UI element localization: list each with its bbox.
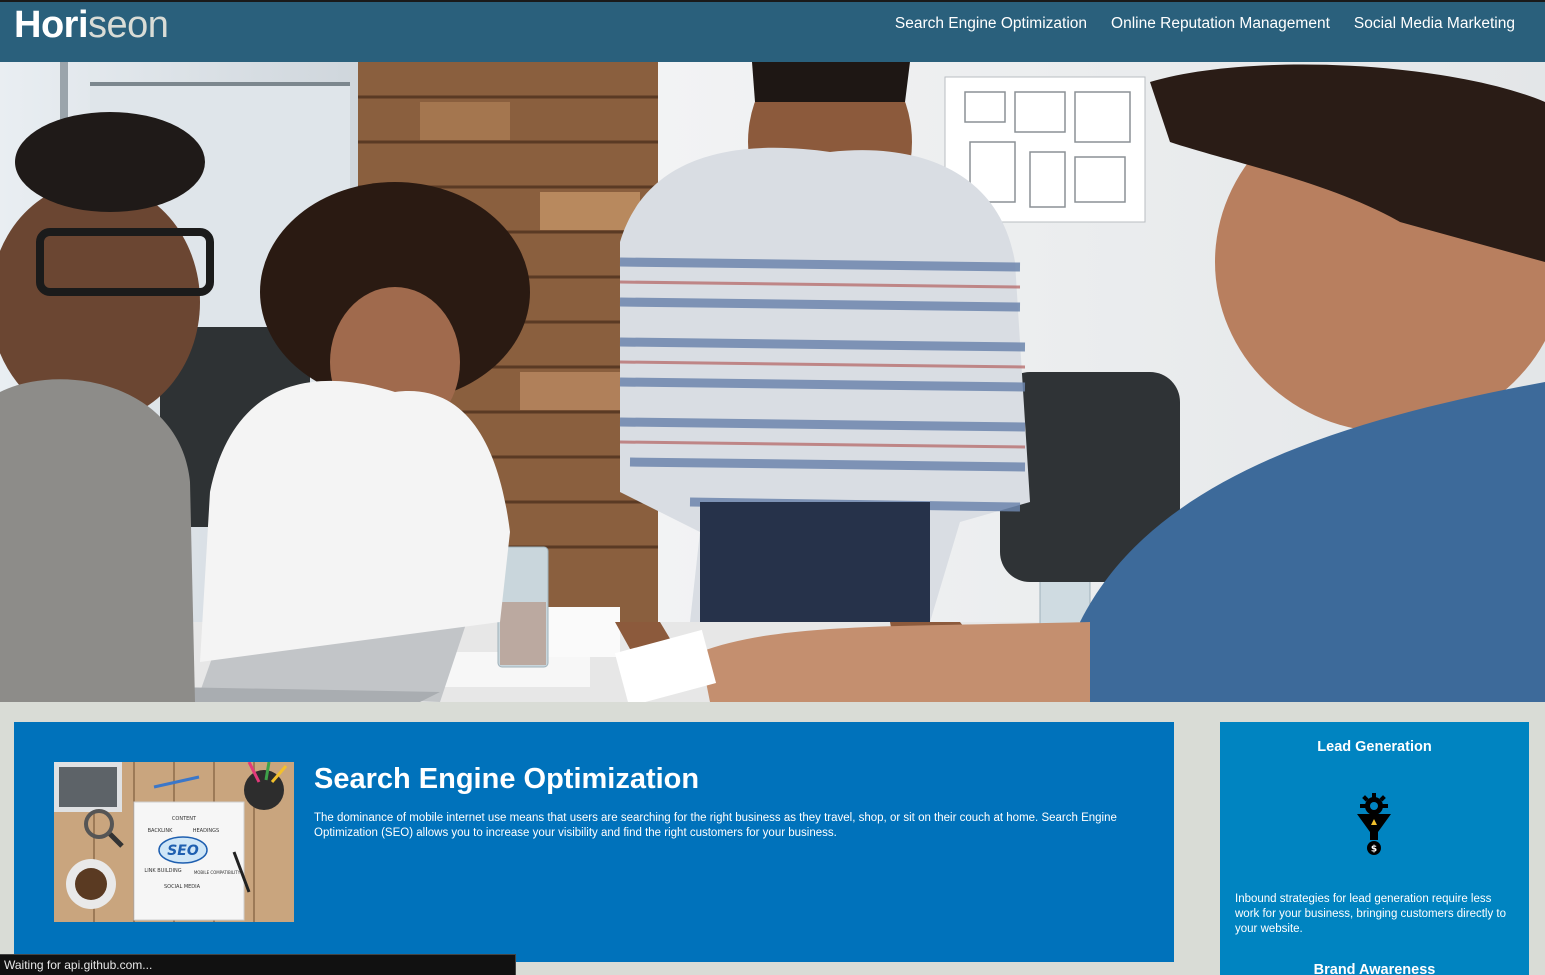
seo-word-content: CONTENT [172,816,197,822]
lead-generation-title: Lead Generation [1317,739,1432,755]
nav-link-reputation[interactable]: Online Reputation Management [1111,15,1330,33]
brand-awareness-title: Brand Awareness [1313,962,1436,975]
seo-word: SEO [167,843,199,859]
svg-text:$: $ [1371,845,1377,855]
lead-generation-body: Inbound strategies for lead generation r… [1235,893,1506,935]
seo-word-backlink: BACKLINK [148,828,174,834]
nav-link-seo[interactable]: Search Engine Optimization [895,15,1087,33]
seo-notebook-illustration: SEO CONTENT BACKLINK HEADINGS LINK BUILD… [54,762,294,922]
seo-word-social: SOCIAL MEDIA [164,884,201,890]
site-header: Horiseon Search Engine Optimization Onli… [0,0,1545,62]
main-nav: Search Engine Optimization Online Reputa… [895,15,1515,33]
seo-word-headings: HEADINGS [193,828,219,834]
seo-image: SEO CONTENT BACKLINK HEADINGS LINK BUILD… [54,762,294,922]
seo-title: Search Engine Optimization [314,763,700,795]
logo-accent-text: seon [88,4,169,46]
hero-photo-illustration [0,62,1545,702]
hero-image [0,62,1545,702]
site-logo[interactable]: Horiseon [14,4,169,46]
browser-status-bar: Waiting for api.github.com... [0,954,516,975]
nav-link-social-media[interactable]: Social Media Marketing [1354,15,1515,33]
seo-word-link-building: LINK BUILDING [144,868,181,874]
benefits-sidebar: Lead Generation $ Inbound strategies for… [1220,722,1529,975]
logo-main-text: Hori [14,4,89,46]
seo-section: SEO CONTENT BACKLINK HEADINGS LINK BUILD… [14,722,1174,962]
lead-funnel-icon: $ [1355,792,1393,856]
seo-body: The dominance of mobile internet use mea… [314,812,1117,839]
seo-word-mobile: MOBILE COMPATIBILITY [194,870,241,875]
